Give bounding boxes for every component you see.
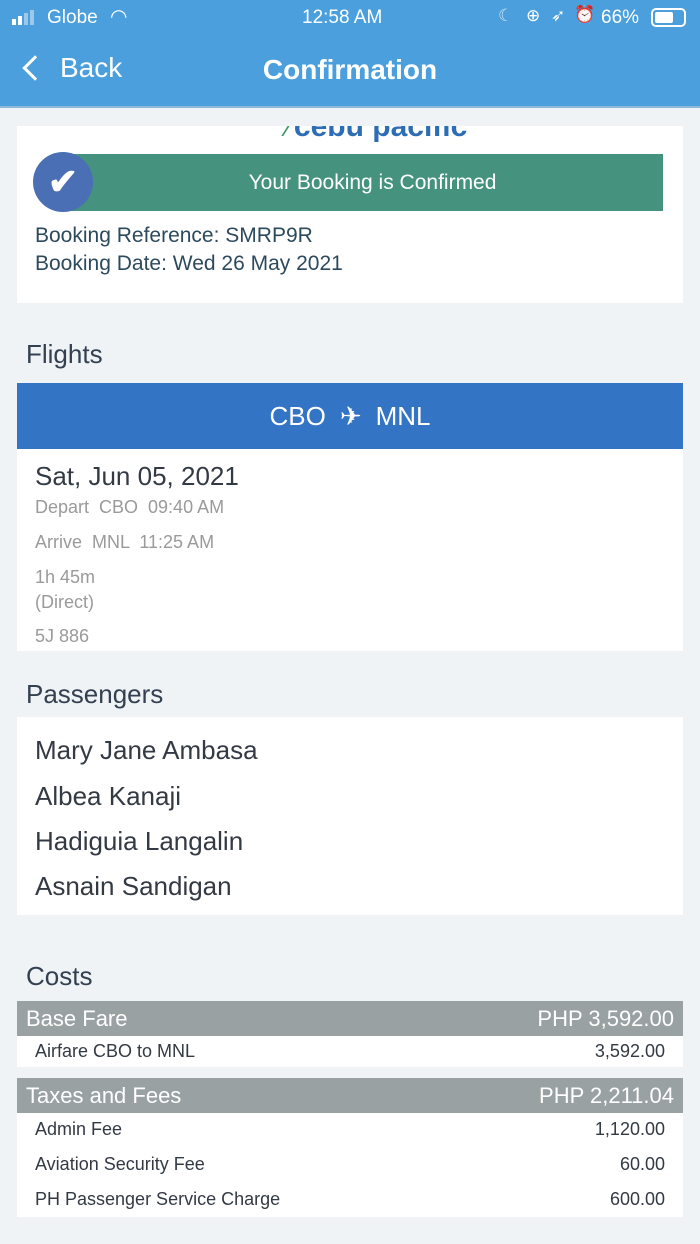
base-fare-header: Base Fare PHP 3,592.00 [17, 1001, 683, 1036]
page-title: Confirmation [262, 54, 438, 85]
taxes-total: PHP 2,211.04 [539, 1082, 674, 1108]
passenger-name: Albea Kanaji [35, 781, 181, 811]
cost-amount: 3,592.00 [594, 1041, 665, 1061]
rotation-lock-icon: ⊕ [526, 6, 541, 25]
base-fare-label: Base Fare [26, 1005, 128, 1031]
base-fare-total: PHP 3,592.00 [537, 1005, 674, 1031]
route-bar: CBO ✈ MNL [17, 383, 683, 449]
clock: 12:58 AM [302, 7, 383, 28]
airplane-icon: ✈ [339, 400, 362, 431]
passenger-name: Mary Jane Ambasa [35, 735, 258, 765]
flight-date: Sat, Jun 05, 2021 [35, 461, 239, 491]
battery-icon [651, 8, 686, 27]
depart-info: Depart CBO 09:40 AM [35, 497, 225, 517]
cebu-pacific-logo: ⁄ cebu pacific [285, 126, 468, 143]
signal-icon [12, 10, 34, 25]
arrive-info: Arrive MNL 11:25 AM [35, 532, 215, 552]
costs-heading: Costs [26, 961, 93, 991]
battery-percent: 66% [601, 7, 640, 28]
cost-row: Aviation Security Fee 60.00 [17, 1154, 683, 1175]
cost-label: Airfare CBO to MNL [35, 1041, 196, 1061]
passenger-name: Asnain Sandigan [35, 871, 232, 901]
flight-type: (Direct) [35, 592, 94, 612]
checkmark-icon: ✔ [33, 152, 93, 212]
carrier: Globe [47, 7, 98, 28]
cost-amount: 600.00 [609, 1189, 665, 1209]
moon-icon: ☾ [498, 6, 514, 25]
passengers-card: Mary Jane Ambasa Albea Kanaji Hadiguia L… [17, 717, 683, 915]
cost-label: Aviation Security Fee [35, 1154, 205, 1174]
cost-row: Airfare CBO to MNL 3,592.00 [17, 1036, 683, 1067]
booking-reference: Booking Reference: SMRP9R [35, 224, 313, 247]
booking-card: ⁄ cebu pacific Your Booking is Confirmed… [17, 126, 683, 303]
flights-heading: Flights [26, 339, 103, 369]
alarm-icon: ⏰ [574, 5, 596, 24]
passenger-name: Hadiguia Langalin [35, 826, 244, 856]
cost-amount: 1,120.00 [594, 1119, 665, 1139]
status-bar: Globe ◠ 12:58 AM ☾ ⊕ ➶ ⏰ 66% [0, 0, 700, 36]
nav-bar: Back Confirmation [0, 36, 700, 108]
booking-date: Booking Date: Wed 26 May 2021 [35, 252, 343, 275]
cost-label: Admin Fee [35, 1119, 123, 1139]
flight-number: 5J 886 [35, 626, 90, 646]
passengers-heading: Passengers [26, 679, 164, 709]
location-icon: ➶ [551, 6, 566, 25]
wifi-icon: ◠ [110, 6, 128, 28]
flight-card: Sat, Jun 05, 2021 Depart CBO 09:40 AM Ar… [17, 449, 683, 651]
cost-label: PH Passenger Service Charge [35, 1189, 281, 1209]
origin: CBO [269, 400, 326, 431]
taxes-header: Taxes and Fees PHP 2,211.04 [17, 1078, 683, 1113]
cost-amount: 60.00 [619, 1154, 665, 1174]
cost-row: Admin Fee 1,120.00 [17, 1119, 683, 1140]
confirmed-banner: Your Booking is Confirmed [62, 154, 663, 211]
destination: MNL [375, 400, 431, 431]
cost-row: PH Passenger Service Charge 600.00 [17, 1189, 683, 1210]
duration: 1h 45m [35, 567, 96, 587]
taxes-label: Taxes and Fees [26, 1082, 182, 1108]
